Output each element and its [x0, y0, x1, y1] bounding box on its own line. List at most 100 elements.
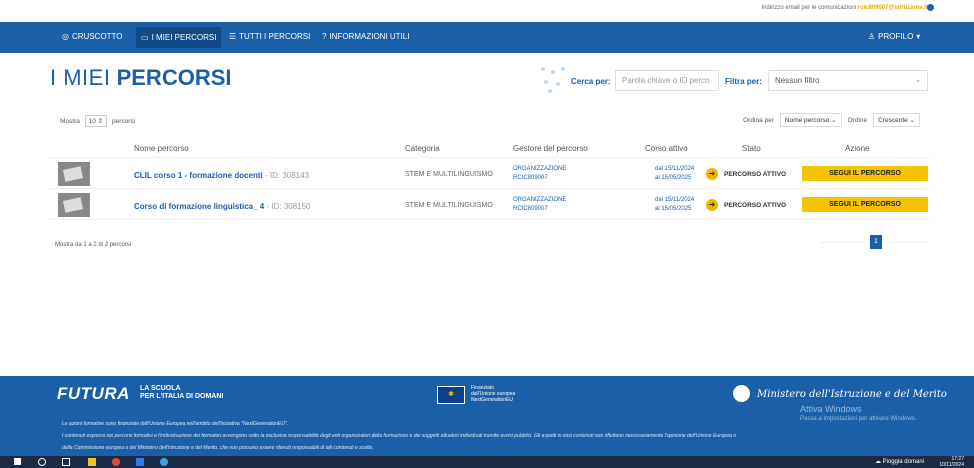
chrome-icon[interactable] — [112, 458, 120, 466]
dashboard-icon: ◎ — [62, 32, 69, 41]
system-tray[interactable]: ☁ Pioggia domani — [875, 458, 924, 465]
page-size-control: Mostra 10 ⇕ percorsi — [60, 115, 135, 127]
email-notice: Indirizzo email per le comunicazioni rci… — [761, 5, 928, 11]
nav-label: TUTTI I PERCORSI — [239, 32, 311, 41]
course-name-link[interactable]: CLIL corso 1 - formazione docenti - ID: … — [134, 171, 309, 180]
mostra-label: Mostra — [60, 118, 80, 125]
file-explorer-icon[interactable] — [88, 458, 96, 466]
status-badge: PERCORSO ATTIVO — [724, 171, 787, 178]
page-size-select[interactable]: 10 ⇕ — [84, 115, 108, 127]
futura-logo-subtitle: LA SCUOLA PER L'ITALIA DI DOMANI — [140, 385, 223, 401]
clock-date: 10/11/2024 — [939, 462, 964, 468]
pagination-divider — [820, 242, 866, 243]
sort-controls: Ordina per Nome percorso ⌄ Ordine Cresce… — [743, 113, 920, 127]
edge-icon[interactable] — [160, 458, 168, 466]
page-title: I MIEI PERCORSI — [50, 65, 232, 91]
main-navbar: ◎ CRUSCOTTO ▭ I MIEI PERCORSI ☰ TUTTI I … — [0, 22, 974, 53]
date-from: dal 15/11/2024 — [655, 166, 695, 172]
pagination-page-current[interactable]: 1 — [870, 235, 882, 249]
eu-line3: NextGenerationEU — [471, 397, 513, 403]
logo-sub-line2: PER L'ITALIA DI DOMANI — [140, 393, 224, 400]
futura-logo: FUTURA — [57, 384, 130, 403]
disclaimer-line2: I contenuti espressi nei percorsi format… — [62, 433, 737, 439]
filter-select[interactable]: Nessun filtro ⌄ — [768, 70, 928, 91]
weather-icon: ☁ — [874, 459, 881, 465]
email-value[interactable]: rcic809007@istruzione.it — [858, 5, 928, 11]
italian-emblem-icon — [733, 385, 750, 402]
course-id: - ID: 308150 — [264, 202, 311, 211]
top-info-bar: Indirizzo email per le comunicazioni rci… — [0, 0, 974, 22]
watermark-title: Attiva Windows — [800, 404, 862, 414]
windows-taskbar: ☁ Pioggia domani 17:27 10/11/2024 — [0, 456, 974, 468]
course-thumbnail — [58, 193, 90, 217]
course-id: - ID: 308143 — [262, 171, 310, 180]
course-organizer: ORGANIZZAZIONE RCIC809007 — [513, 165, 566, 183]
header-corso-attivo: Corso attivo — [645, 144, 688, 153]
ministero-logo-text: Ministero dell'Istruzione e del Merito — [757, 389, 947, 400]
filter-label: Filtra per: — [725, 77, 762, 86]
date-to: al 15/05/2025 — [655, 175, 692, 181]
table-row: Corso di formazione linguistica_ 4 - ID:… — [50, 191, 930, 220]
organizer-code: RCIC809007 — [513, 175, 548, 181]
course-dates: dal 15/11/2024 al 15/05/2025 — [655, 165, 694, 183]
nav-item-miei-percorsi[interactable]: ▭ I MIEI PERCORSI — [136, 27, 222, 48]
search-icon[interactable] — [38, 458, 46, 466]
course-name: CLIL corso 1 - formazione docenti — [134, 171, 263, 180]
status-badge: PERCORSO ATTIVO — [724, 202, 787, 209]
date-to: al 15/05/2025 — [655, 206, 692, 212]
arrow-right-icon: ➜ — [706, 168, 718, 180]
order-select[interactable]: Crescente ⌄ — [873, 113, 920, 127]
follow-course-button[interactable]: SEGUI IL PERCORSO — [802, 166, 928, 181]
email-label: Indirizzo email per le comunicazioni — [761, 5, 857, 11]
profile-menu[interactable]: ♙ PROFILO ▾ — [868, 32, 920, 41]
windows-start-icon[interactable] — [14, 458, 21, 465]
user-icon: ♙ — [868, 32, 876, 41]
sort-by-label: Ordina per — [743, 116, 774, 124]
nav-label: I MIEI PERCORSI — [151, 33, 217, 42]
caret-down-icon: ▾ — [916, 32, 921, 41]
pagination-divider — [886, 242, 926, 243]
eu-flag-icon: ✱ — [437, 386, 465, 404]
nav-item-cruscotto[interactable]: ◎ CRUSCOTTO — [62, 32, 123, 41]
list-icon: ☰ — [229, 32, 237, 41]
search-input[interactable]: Parola chiave o ID perco — [615, 70, 719, 91]
nav-item-tutti-percorsi[interactable]: ☰ TUTTI I PERCORSI — [229, 32, 310, 41]
course-thumbnail — [58, 162, 90, 186]
disclaimer-line1: Le azioni formative sono finanziate dall… — [62, 421, 288, 427]
date-from: dal 15/11/2024 — [655, 197, 695, 203]
page-title-bold: PERCORSI — [116, 65, 232, 90]
eu-funding-text: Finanziato dall'Unione europea NextGener… — [471, 385, 515, 403]
header-categoria: Categoria — [405, 144, 440, 153]
list-controls: Mostra 10 ⇕ percorsi Ordina per Nome per… — [50, 108, 930, 128]
edit-email-icon[interactable] — [927, 4, 934, 11]
organizer-code: RCIC809007 — [513, 206, 548, 212]
page-title-light: I MIEI — [50, 65, 111, 90]
store-icon[interactable] — [136, 458, 144, 466]
course-name-link[interactable]: Corso di formazione linguistica_ 4 - ID:… — [134, 202, 311, 211]
course-name: Corso di formazione linguistica_ 4 — [134, 202, 265, 211]
decorative-dots-icon — [541, 67, 565, 93]
nav-item-informazioni-utili[interactable]: ? INFORMAZIONI UTILI — [322, 32, 409, 41]
windows-activation-watermark: Attiva Windows Passa a Impostazioni per … — [800, 404, 916, 422]
sort-by-select[interactable]: Nome percorso ⌄ — [779, 113, 842, 127]
header-nome: Nome percorso — [134, 144, 189, 153]
course-category: STEM E MULTILINGUISMO — [405, 202, 493, 209]
organizer-type: ORGANIZZAZIONE — [513, 166, 567, 172]
course-dates: dal 15/11/2024 al 15/05/2025 — [655, 196, 694, 214]
task-view-icon[interactable] — [62, 458, 70, 466]
order-label: Ordine — [847, 116, 868, 124]
nav-label: CRUSCOTTO — [71, 32, 123, 41]
logo-sub-line1: LA SCUOLA — [140, 385, 181, 392]
follow-course-button[interactable]: SEGUI IL PERCORSO — [802, 197, 928, 212]
nav-label: INFORMAZIONI UTILI — [329, 32, 410, 41]
watermark-subtitle: Passa a Impostazioni per attivare Window… — [800, 416, 917, 422]
header-azione: Azione — [845, 144, 870, 153]
header-gestore: Gestore del percorso — [513, 144, 588, 153]
percorsi-label: percorsi — [112, 118, 136, 125]
order-value: Crescente — [878, 117, 908, 124]
disclaimer-line3: della Commissione europea o del Minister… — [62, 445, 374, 451]
table-info: Mostra da 1 a 2 di 2 percorsi — [55, 242, 132, 248]
chevron-down-icon: ⌄ — [915, 77, 921, 84]
profile-label: PROFILO — [878, 32, 914, 41]
taskbar-clock[interactable]: 17:27 10/11/2024 — [939, 456, 964, 468]
